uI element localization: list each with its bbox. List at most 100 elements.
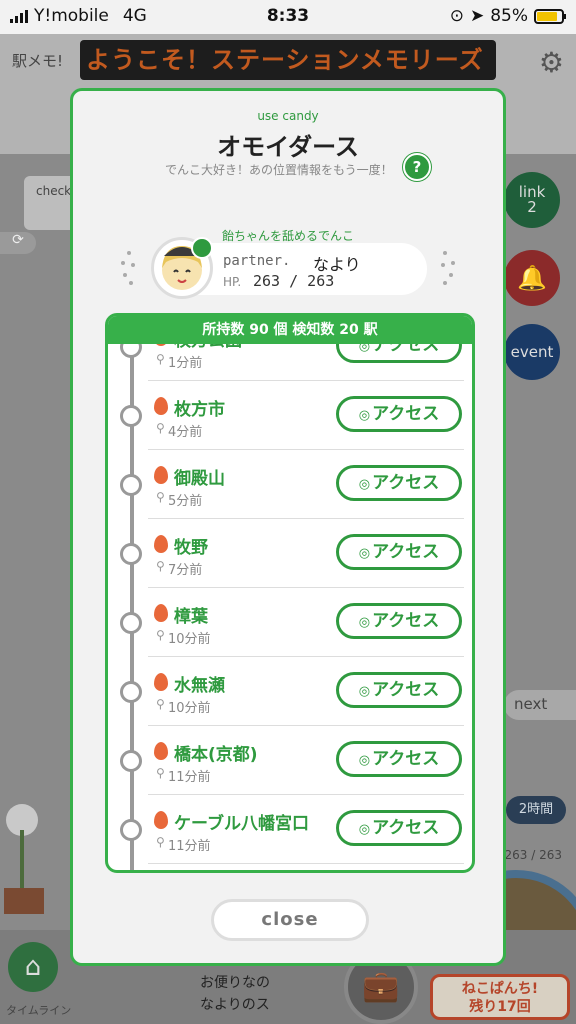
- route-node: [120, 543, 142, 565]
- candy-icon: ◎: [358, 546, 371, 561]
- candy-icon: ◎: [358, 408, 371, 423]
- pin-icon: ⚲: [156, 352, 165, 366]
- station-time: 4分前: [168, 425, 203, 440]
- modal-title: オモイダース: [217, 133, 359, 161]
- flame-icon: [154, 535, 168, 553]
- flame-icon: [154, 811, 168, 829]
- station-row: 枚方市 ⚲ 4分前 ◎ アクセス: [108, 381, 472, 450]
- route-node: [120, 819, 142, 841]
- rotation-lock-icon: ⊙: [449, 6, 464, 26]
- nekopanchi-title: ねこぱんち!: [461, 981, 539, 997]
- station-row: 牧野 ⚲ 7分前 ◎ アクセス: [108, 519, 472, 588]
- station-name: 牧野: [174, 538, 208, 558]
- flame-icon: [154, 466, 168, 484]
- station-name: 枚方市: [174, 400, 225, 420]
- right-dots-icon: [437, 249, 461, 289]
- station-time: 5分前: [168, 494, 203, 509]
- check-label: check: [36, 184, 72, 198]
- flame-icon: [154, 673, 168, 691]
- modal-description: でんこ大好き！あの位置情報をもう一度！: [165, 163, 393, 177]
- station-time: 7分前: [168, 563, 203, 578]
- access-button[interactable]: ◎ アクセス: [336, 465, 462, 501]
- hp-value: 263 / 263: [253, 272, 335, 290]
- pin-icon: ⚲: [156, 421, 165, 435]
- access-button[interactable]: ◎ アクセス: [336, 396, 462, 432]
- access-button[interactable]: ◎ アクセス: [336, 741, 462, 777]
- close-button[interactable]: close: [211, 899, 369, 941]
- route-node: [120, 612, 142, 634]
- battery-icon: [534, 8, 566, 24]
- list-header: 所持数 90 個 検知数 20 駅: [108, 316, 472, 344]
- station-name: ケーブル八幡宮口: [174, 814, 309, 834]
- access-label: アクセス: [372, 749, 440, 769]
- partner-label: partner.: [223, 253, 291, 269]
- station-time: 11分前: [168, 839, 211, 854]
- pin-icon: ⚲: [156, 490, 165, 504]
- message-line: お便りなの: [200, 975, 270, 991]
- hp-label: HP.: [223, 275, 242, 289]
- pin-icon: ⚲: [156, 835, 165, 849]
- route-node: [120, 750, 142, 772]
- next-label: next: [514, 695, 548, 713]
- station-name: 御殿山: [174, 469, 225, 489]
- station-time: 11分前: [168, 770, 211, 785]
- route-node: [120, 681, 142, 703]
- route-node: [120, 474, 142, 496]
- station-row: 樟葉 ⚲ 10分前 ◎ アクセス: [108, 588, 472, 657]
- background-hp: 263 / 263: [504, 848, 562, 862]
- station-row: ケーブル八幡宮口 ⚲ 11分前 ◎ アクセス: [108, 795, 472, 864]
- access-label: アクセス: [372, 680, 440, 700]
- access-label: アクセス: [372, 542, 440, 562]
- candy-icon: ◎: [358, 684, 371, 699]
- flower-decoration: [4, 804, 44, 914]
- gear-icon[interactable]: ⚙: [539, 46, 564, 79]
- pin-icon: ⚲: [156, 628, 165, 642]
- pin-icon: ⚲: [156, 766, 165, 780]
- access-label: アクセス: [372, 611, 440, 631]
- access-label: アクセス: [372, 404, 440, 424]
- access-label: アクセス: [372, 818, 440, 838]
- access-button[interactable]: ◎ アクセス: [336, 603, 462, 639]
- station-time: 1分前: [168, 356, 203, 371]
- access-button[interactable]: ◎ アクセス: [336, 672, 462, 708]
- flame-icon: [154, 742, 168, 760]
- station-row: 御殿山 ⚲ 5分前 ◎ アクセス: [108, 450, 472, 519]
- message-preview: お便りなの なよりのス: [200, 972, 270, 1016]
- marquee-banner: ようこそ！ステーションメモリーズ: [80, 40, 496, 80]
- modal-subtitle: use candy: [257, 109, 319, 123]
- next-button[interactable]: next: [504, 690, 576, 720]
- access-button[interactable]: ◎ アクセス: [336, 534, 462, 570]
- omoidasu-modal: use candy オモイダース でんこ大好き！あの位置情報をもう一度！ ? 飴…: [70, 88, 506, 966]
- row-divider: [148, 863, 464, 864]
- link-button[interactable]: link 2: [504, 172, 560, 228]
- app-logo: 駅メモ!: [12, 52, 64, 70]
- sync-icon[interactable]: ⟳: [0, 232, 36, 254]
- time-badge: 2時間: [506, 796, 566, 824]
- home-icon[interactable]: ⌂: [8, 942, 58, 992]
- message-line: なよりのス: [200, 997, 270, 1013]
- station-time: 10分前: [168, 701, 211, 716]
- candy-icon: ◎: [358, 477, 371, 492]
- station-time: 10分前: [168, 632, 211, 647]
- station-list[interactable]: 枚方公園⚲1分前◎アクセス枚方市⚲4分前◎アクセス御殿山⚲5分前◎アクセス牧野⚲…: [105, 313, 475, 873]
- battery-percent: 85%: [490, 6, 528, 26]
- station-name: 橋本(京都): [174, 745, 258, 765]
- bell-icon[interactable]: 🔔: [504, 250, 560, 306]
- station-name: 水無瀬: [174, 676, 225, 696]
- event-button[interactable]: event: [504, 324, 560, 380]
- pin-icon: ⚲: [156, 697, 165, 711]
- access-button[interactable]: ◎ アクセス: [336, 810, 462, 846]
- status-bar: Y!mobile 4G 8:33 ⊙ ➤ 85%: [0, 0, 576, 34]
- event-label: event: [510, 342, 554, 361]
- station-row: 水無瀬 ⚲ 10分前 ◎ アクセス: [108, 657, 472, 726]
- station-row: 橋本(京都) ⚲ 11分前 ◎ アクセス: [108, 726, 472, 795]
- timeline-label[interactable]: タイムライン: [6, 1002, 71, 1018]
- partner-caption: 飴ちゃんを舐めるでんこ: [221, 229, 354, 243]
- pin-icon: ⚲: [156, 559, 165, 573]
- partner-badge-icon: [191, 237, 213, 259]
- help-button[interactable]: ?: [403, 153, 431, 181]
- candy-icon: ◎: [358, 615, 371, 630]
- access-label: アクセス: [372, 473, 440, 493]
- nekopanchi-button[interactable]: ねこぱんち! 残り17回: [430, 974, 570, 1020]
- nekopanchi-remaining: 残り17回: [469, 999, 531, 1015]
